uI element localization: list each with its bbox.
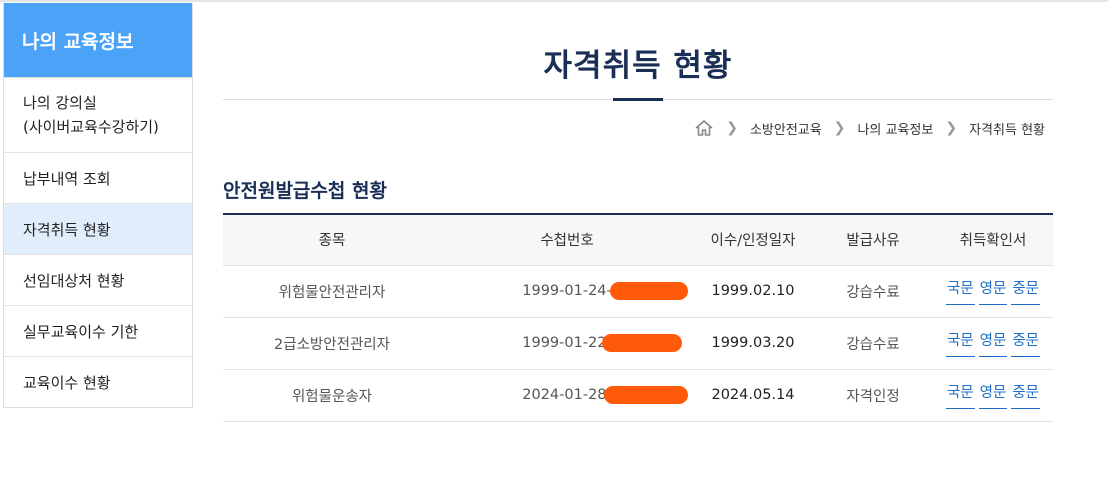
chevron-right-icon: ❯ <box>833 120 846 136</box>
cell-reason: 자격인정 <box>813 369 933 422</box>
cell-date: 1999.02.10 <box>693 265 813 318</box>
english-certificate-link[interactable]: 영문 <box>978 381 1008 409</box>
cell-date: 1999.03.20 <box>693 317 813 370</box>
cell-certificate-links: 국문 영문 중문 <box>933 317 1053 370</box>
sidebar-item-label: 교육이수 현황 <box>23 373 111 392</box>
cell-date: 2024.05.14 <box>693 369 813 422</box>
chinese-certificate-link[interactable]: 중문 <box>1011 381 1041 409</box>
breadcrumb: ❯ 소방안전교육 ❯ 나의 교육정보 ❯ 자격취득 현황 <box>694 118 1045 138</box>
column-header-number: 수첩번호 <box>441 214 693 266</box>
breadcrumb-item-fire-safety-education[interactable]: 소방안전교육 <box>750 119 822 138</box>
top-divider <box>0 0 1108 2</box>
chinese-certificate-link[interactable]: 중문 <box>1011 277 1041 305</box>
cell-item: 위험물안전관리자 <box>223 265 441 318</box>
table-row: 2급소방안전관리자 1999-01-22- 1999.03.20 강습수료 국문… <box>223 317 1053 370</box>
sidebar-menu: 나의 교육정보 나의 강의실 (사이버교육수강하기) 납부내역 조회 자격취득 … <box>3 3 193 408</box>
page-title: 자격취득 현황 <box>543 48 733 84</box>
redaction-mark <box>604 386 689 404</box>
column-header-item: 종목 <box>223 214 441 266</box>
english-certificate-link[interactable]: 영문 <box>978 329 1008 357</box>
sidebar-item-training-deadline[interactable]: 실무교육이수 기한 <box>4 305 192 356</box>
title-accent-bar <box>613 98 663 101</box>
sidebar-item-certification-status[interactable]: 자격취득 현황 <box>4 203 192 254</box>
cell-item: 2급소방안전관리자 <box>223 317 441 370</box>
sidebar-item-education-completion[interactable]: 교육이수 현황 <box>4 356 192 407</box>
cell-reason: 강습수료 <box>813 317 933 370</box>
cell-item: 위험물운송자 <box>223 369 441 422</box>
section-title: 안전원발급수첩 현황 <box>223 180 387 202</box>
english-certificate-link[interactable]: 영문 <box>978 277 1008 305</box>
cell-certificate-links: 국문 영문 중문 <box>933 369 1053 422</box>
notebook-number: 1999-01-24- <box>522 283 612 299</box>
certification-table: 종목 수첩번호 이수/인정일자 발급사유 취득확인서 위험물안전관리자 1999… <box>223 213 1053 422</box>
cell-reason: 강습수료 <box>813 265 933 318</box>
sidebar-item-label: 선임대상처 현황 <box>23 271 125 290</box>
breadcrumb-item-my-education[interactable]: 나의 교육정보 <box>857 119 933 138</box>
chevron-right-icon: ❯ <box>945 120 958 136</box>
sidebar-item-sublabel: (사이버교육수강하기) <box>23 118 159 136</box>
table-row: 위험물운송자 2024-01-28- 2024.05.14 자격인정 국문 영문 중… <box>223 369 1053 422</box>
cell-certificate-links: 국문 영문 중문 <box>933 265 1053 318</box>
notebook-number: 2024-01-28- <box>522 387 612 403</box>
sidebar-item-label: 나의 강의실 <box>23 94 97 112</box>
breadcrumb-item-current[interactable]: 자격취득 현황 <box>969 119 1045 138</box>
sidebar-item-label: 자격취득 현황 <box>23 220 111 239</box>
korean-certificate-link[interactable]: 국문 <box>945 277 975 305</box>
column-header-date: 이수/인정일자 <box>693 214 813 266</box>
chinese-certificate-link[interactable]: 중문 <box>1011 329 1041 357</box>
cell-number: 1999-01-24- <box>441 265 693 318</box>
table-row: 위험물안전관리자 1999-01-24- 1999.02.10 강습수료 국문 영… <box>223 265 1053 318</box>
sidebar-item-label: 실무교육이수 기한 <box>23 322 139 341</box>
table-header-row: 종목 수첩번호 이수/인정일자 발급사유 취득확인서 <box>223 214 1053 266</box>
notebook-number: 1999-01-22- <box>522 335 612 351</box>
cell-number: 1999-01-22- <box>441 317 693 370</box>
korean-certificate-link[interactable]: 국문 <box>945 329 975 357</box>
sidebar-item-payment-history[interactable]: 납부내역 조회 <box>4 152 192 203</box>
column-header-reason: 발급사유 <box>813 214 933 266</box>
cell-number: 2024-01-28- <box>441 369 693 422</box>
redaction-mark <box>602 334 683 352</box>
chevron-right-icon: ❯ <box>726 120 738 136</box>
home-icon[interactable] <box>694 118 714 138</box>
redaction-mark <box>610 282 689 300</box>
column-header-certificate: 취득확인서 <box>933 214 1053 266</box>
korean-certificate-link[interactable]: 국문 <box>945 381 975 409</box>
sidebar-title: 나의 교육정보 <box>4 3 192 77</box>
sidebar-item-assignment-status[interactable]: 선임대상처 현황 <box>4 254 192 305</box>
sidebar-item-my-classroom[interactable]: 나의 강의실 (사이버교육수강하기) <box>4 77 192 152</box>
sidebar-item-label: 납부내역 조회 <box>23 169 111 188</box>
